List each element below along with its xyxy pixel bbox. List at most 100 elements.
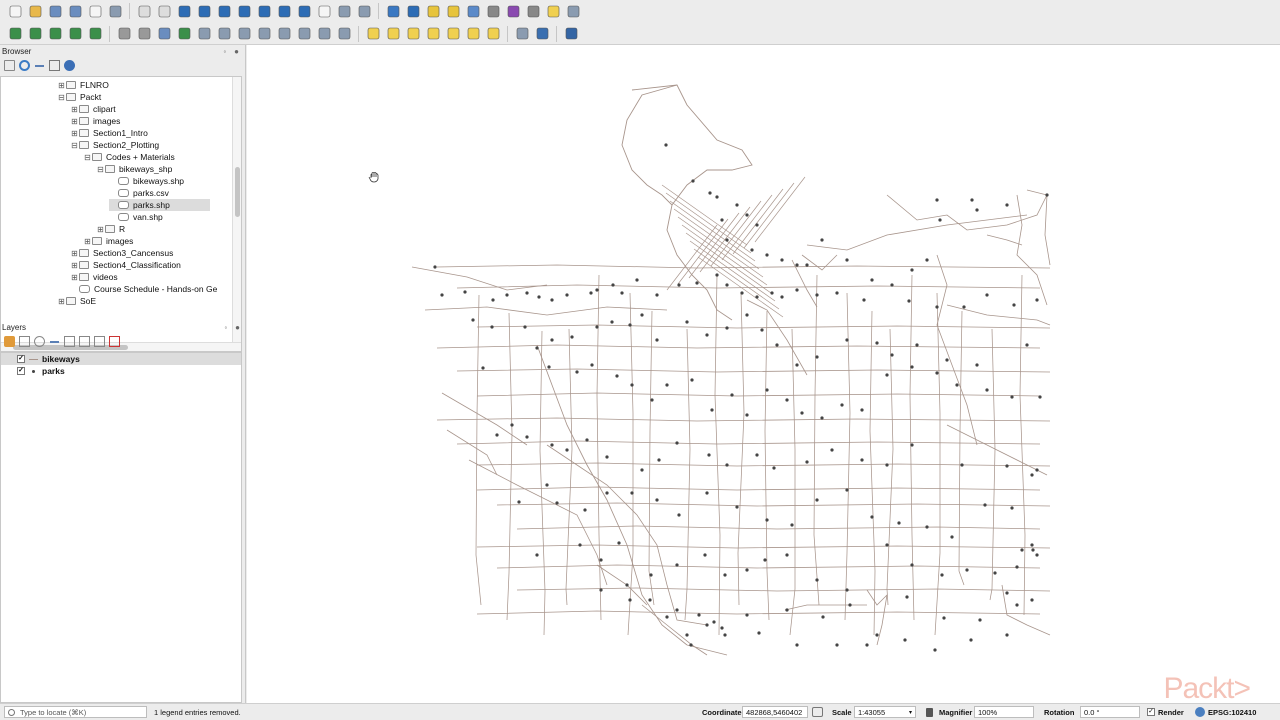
browser-tree-item[interactable]: ⊟ Section2_Plotting: [70, 139, 159, 151]
label-move-icon[interactable]: [424, 25, 442, 43]
browser-tree-item[interactable]: ⊞ SoE: [57, 295, 96, 307]
open-icon[interactable]: [26, 2, 44, 20]
expand-icon[interactable]: ⊞: [70, 261, 79, 270]
layers-list[interactable]: ✓ bikeways ✓ parks: [0, 352, 242, 703]
collapse-icon[interactable]: ⊟: [96, 165, 105, 174]
magnifier-spin[interactable]: 100%: [974, 706, 1034, 718]
select-icon[interactable]: [424, 2, 442, 20]
browser-tree-item[interactable]: bikeways.shp: [109, 175, 184, 187]
close-icon[interactable]: ●: [234, 47, 239, 56]
style-icon[interactable]: [4, 336, 15, 347]
crs-globe-icon[interactable]: [1195, 707, 1205, 717]
layer-visibility-checkbox[interactable]: ✓: [17, 367, 25, 375]
table-icon[interactable]: [464, 2, 482, 20]
remove-layer-icon[interactable]: [109, 336, 120, 347]
coordinate-field[interactable]: 482868,5460402: [742, 706, 808, 718]
expand-icon[interactable]: ⊞: [96, 225, 105, 234]
lock-icon[interactable]: [926, 707, 933, 717]
add-selected-icon[interactable]: [4, 60, 15, 71]
expand-icon[interactable]: ⊞: [70, 105, 79, 114]
add-group-icon[interactable]: [19, 336, 30, 347]
collapse-icon[interactable]: ⊟: [57, 93, 66, 102]
layer-item-bikeways[interactable]: ✓ bikeways: [1, 353, 241, 365]
browser-tree-item[interactable]: ⊟ Codes + Materials: [83, 151, 175, 163]
filter-by-expression-icon[interactable]: [64, 336, 75, 347]
sum-icon[interactable]: [504, 2, 522, 20]
copy-icon[interactable]: [275, 25, 293, 43]
add-postgis-icon[interactable]: [46, 25, 64, 43]
new-layout-icon[interactable]: [86, 2, 104, 20]
extents-toggle-icon[interactable]: [812, 707, 823, 717]
filter-legend-icon[interactable]: [49, 336, 60, 347]
map-canvas[interactable]: [247, 45, 1280, 703]
pan-to-selection-icon[interactable]: [155, 2, 173, 20]
refresh-icon[interactable]: [355, 2, 373, 20]
zoom-full-icon[interactable]: [215, 2, 233, 20]
expand-icon[interactable]: ⊞: [57, 297, 66, 306]
refresh-icon[interactable]: [19, 60, 30, 71]
style-icon[interactable]: [106, 2, 124, 20]
redo-icon[interactable]: [335, 25, 353, 43]
rotation-spin[interactable]: 0.0 °: [1080, 706, 1140, 718]
browser-tree-item[interactable]: parks.csv: [109, 187, 169, 199]
browser-tree-item[interactable]: ⊞ Section3_Cancensus: [70, 247, 173, 259]
label-change-icon[interactable]: [464, 25, 482, 43]
float-icon[interactable]: ◦: [224, 323, 227, 332]
label-icon[interactable]: [544, 2, 562, 20]
collapse-icon[interactable]: ⊟: [83, 153, 92, 162]
zoom-layer-icon[interactable]: [235, 2, 253, 20]
browser-tree-item[interactable]: ⊞ clipart: [70, 103, 116, 115]
expand-icon[interactable]: ⊞: [70, 117, 79, 126]
crs-label[interactable]: EPSG:102410: [1208, 708, 1256, 717]
measure-icon[interactable]: [484, 2, 502, 20]
browser-tree-item[interactable]: ⊟ bikeways_shp: [96, 163, 172, 175]
browser-tree-item[interactable]: Course Schedule - Hands-on Ge: [70, 283, 217, 295]
browser-tree-item[interactable]: ⊞ images: [83, 235, 133, 247]
add-vector-icon[interactable]: [6, 25, 24, 43]
browser-tree-item[interactable]: ⊟ Packt: [57, 91, 101, 103]
text-annotation-icon[interactable]: [564, 2, 582, 20]
browser-vertical-scrollbar[interactable]: [232, 77, 241, 351]
browser-tree-item[interactable]: ⊞ Section4_Classification: [70, 259, 181, 271]
delete-icon[interactable]: [235, 25, 253, 43]
undo-icon[interactable]: [315, 25, 333, 43]
label-rotate-icon[interactable]: [444, 25, 462, 43]
expand-icon[interactable]: ⊞: [83, 237, 92, 246]
help-icon[interactable]: [562, 25, 580, 43]
pan-icon[interactable]: [135, 2, 153, 20]
vertex-tool-icon[interactable]: [215, 25, 233, 43]
zoom-selection-icon[interactable]: [255, 2, 273, 20]
save-icon[interactable]: [46, 2, 64, 20]
paste-icon[interactable]: [295, 25, 313, 43]
new-icon[interactable]: [6, 2, 24, 20]
filter-icon[interactable]: [34, 60, 45, 71]
render-checkbox[interactable]: ✓: [1147, 708, 1155, 716]
browser-tree-item[interactable]: ⊞ images: [70, 115, 120, 127]
browser-tree-item[interactable]: ⊞ videos: [70, 271, 117, 283]
move-feature-icon[interactable]: [195, 25, 213, 43]
add-spatialite-icon[interactable]: [66, 25, 84, 43]
browser-tree-item[interactable]: van.shp: [109, 211, 163, 223]
float-icon[interactable]: ◦: [223, 47, 226, 56]
add-raster-icon[interactable]: [26, 25, 44, 43]
collapse-all-icon[interactable]: [94, 336, 105, 347]
zoom-in-icon[interactable]: [175, 2, 193, 20]
identify-icon[interactable]: [384, 2, 402, 20]
measure-line-icon[interactable]: [524, 2, 542, 20]
scale-select[interactable]: 1:43055 ▾: [854, 706, 916, 718]
add-feature-icon[interactable]: [175, 25, 193, 43]
label-abc-icon[interactable]: [364, 25, 382, 43]
add-db-icon[interactable]: [86, 25, 104, 43]
label-pin-icon[interactable]: [384, 25, 402, 43]
expand-icon[interactable]: ⊞: [70, 129, 79, 138]
locator-search[interactable]: Type to locate (⌘K): [4, 706, 147, 718]
expand-all-icon[interactable]: [79, 336, 90, 347]
globe-icon[interactable]: [513, 25, 531, 43]
info-icon[interactable]: [64, 60, 75, 71]
close-icon[interactable]: ●: [235, 323, 240, 332]
layer-item-parks[interactable]: ✓ parks: [1, 365, 241, 377]
browser-tree-item[interactable]: ⊞ Section1_Intro: [70, 127, 148, 139]
browser-tree[interactable]: ⊞ FLNRO ⊟ Packt ⊞ clipart ⊞ images ⊞ Section1_Int…: [0, 76, 242, 352]
label-show-icon[interactable]: [404, 25, 422, 43]
cut-icon[interactable]: [255, 25, 273, 43]
